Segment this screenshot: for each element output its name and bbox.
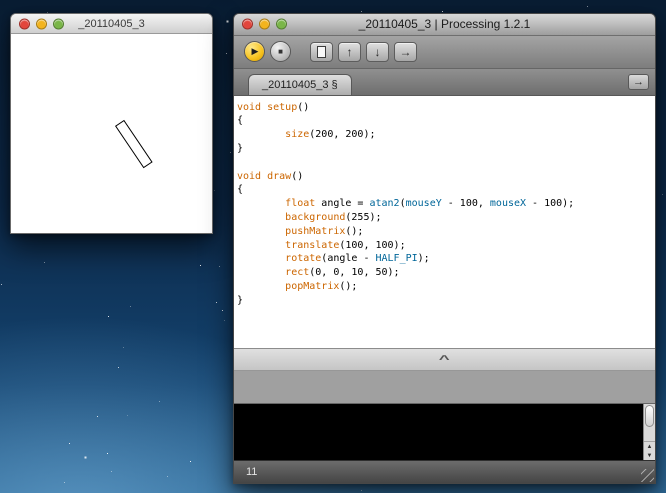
tab-label: _20110405_3 § [262, 79, 338, 91]
message-area [234, 371, 655, 404]
code-line: void draw() [237, 170, 655, 184]
code-line: { [237, 114, 655, 128]
close-button[interactable] [19, 18, 30, 29]
code-line: rotate(angle - HALF_PI); [237, 252, 655, 266]
minimize-button[interactable] [36, 18, 47, 29]
collapse-caret-icon: ^ [439, 357, 450, 363]
code-line: pushMatrix(); [237, 225, 655, 239]
sketch-output-window: _20110405_3 [10, 13, 213, 234]
processing-ide-window: _20110405_3 | Processing 1.2.1 ▶ ■ ↑ ↓ →… [233, 13, 656, 484]
run-button[interactable]: ▶ [244, 41, 265, 62]
console-splitter[interactable]: ^ [234, 348, 655, 372]
sketch-canvas [11, 34, 212, 233]
sketch-window-title: _20110405_3 [78, 18, 144, 30]
stop-icon: ■ [278, 48, 283, 56]
zoom-button[interactable] [53, 18, 64, 29]
code-line: } [237, 294, 655, 308]
arrow-up-icon: ▲ [647, 444, 653, 450]
document-icon [317, 46, 326, 58]
code-line: } [237, 142, 655, 156]
scroll-down-button[interactable]: ▼ [644, 451, 655, 460]
tab-menu-arrow-icon: → [633, 76, 644, 88]
code-line: { [237, 183, 655, 197]
console-output: ▲ ▼ [234, 404, 655, 460]
sketch-window-titlebar[interactable]: _20110405_3 [11, 14, 212, 34]
desktop: { "traffic_lights": { "close": "#e2463d"… [0, 0, 666, 493]
code-line: translate(100, 100); [237, 239, 655, 253]
new-sketch-button[interactable] [310, 42, 333, 62]
open-button[interactable]: ↑ [338, 42, 361, 62]
code-line: rect(0, 0, 10, 50); [237, 266, 655, 280]
console-scrollbar[interactable]: ▲ ▼ [643, 404, 655, 460]
arrow-down-icon: ▼ [647, 453, 653, 459]
code-editor[interactable]: void setup(){ size(200, 200);} void draw… [234, 96, 655, 348]
code-line: float angle = atan2(mouseY - 100, mouseX… [237, 197, 655, 211]
arrow-up-icon: ↑ [347, 45, 353, 59]
scrollbar-arrows: ▲ ▼ [644, 441, 655, 460]
minimize-button[interactable] [259, 19, 270, 30]
scroll-up-button[interactable]: ▲ [644, 442, 655, 451]
code-line: void setup() [237, 101, 655, 115]
current-line-number: 11 [246, 466, 257, 478]
tab-strip: _20110405_3 § → [234, 69, 655, 96]
save-button[interactable]: ↓ [366, 42, 389, 62]
close-button[interactable] [242, 19, 253, 30]
ide-traffic-lights [242, 19, 287, 30]
sketch-traffic-lights [19, 18, 64, 29]
code-line: background(255); [237, 211, 655, 225]
zoom-button[interactable] [276, 19, 287, 30]
arrow-right-icon: → [400, 45, 412, 59]
ide-window-title: _20110405_3 | Processing 1.2.1 [359, 17, 531, 31]
export-button[interactable]: → [394, 42, 417, 62]
resize-grip[interactable] [641, 469, 654, 482]
rotated-rect-shape [115, 120, 153, 168]
starfield [0, 0, 1, 1]
ide-toolbar: ▶ ■ ↑ ↓ → [234, 36, 655, 69]
code-line [237, 156, 655, 170]
ide-titlebar[interactable]: _20110405_3 | Processing 1.2.1 [234, 14, 655, 36]
tab-sketch[interactable]: _20110405_3 § [248, 74, 352, 95]
arrow-down-icon: ↓ [375, 45, 381, 59]
code-line: size(200, 200); [237, 128, 655, 142]
stop-button[interactable]: ■ [270, 41, 291, 62]
play-icon: ▶ [252, 47, 259, 56]
scrollbar-thumb[interactable] [645, 405, 654, 427]
tab-menu-button[interactable]: → [628, 74, 649, 90]
status-bar: 11 [234, 460, 655, 483]
code-line: popMatrix(); [237, 280, 655, 294]
